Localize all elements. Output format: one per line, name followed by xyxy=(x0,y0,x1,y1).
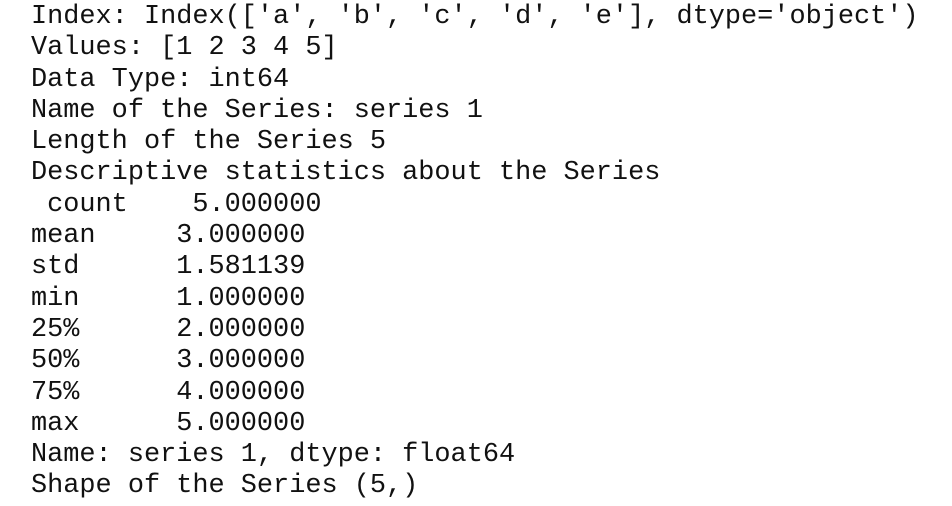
console-output: Index: Index(['a', 'b', 'c', 'd', 'e'], … xyxy=(0,0,952,503)
stat-25: 25% 2.000000 xyxy=(31,314,306,345)
stat-min: min 1.000000 xyxy=(31,283,306,314)
values-line: Values: [1 2 3 4 5] xyxy=(31,33,338,64)
describe-footer: Name: series 1, dtype: float64 xyxy=(31,440,516,471)
shape-line: Shape of the Series (5,) xyxy=(31,471,419,502)
describe-heading: Descriptive statistics about the Series xyxy=(31,158,661,189)
length-line: Length of the Series 5 xyxy=(31,127,387,158)
stat-mean: mean 3.000000 xyxy=(31,221,306,252)
stat-std: std 1.581139 xyxy=(31,252,306,283)
stat-75: 75% 4.000000 xyxy=(31,377,306,408)
stat-max: max 5.000000 xyxy=(31,408,306,439)
dtype-line: Data Type: int64 xyxy=(31,64,290,95)
stat-50: 50% 3.000000 xyxy=(31,346,306,377)
index-line: Index: Index(['a', 'b', 'c', 'd', 'e'], … xyxy=(31,2,919,32)
series-name-line: Name of the Series: series 1 xyxy=(31,95,483,126)
stat-count: count 5.000000 xyxy=(31,189,322,220)
